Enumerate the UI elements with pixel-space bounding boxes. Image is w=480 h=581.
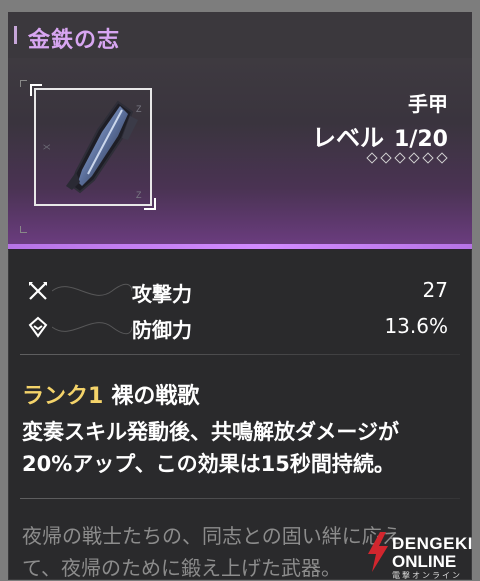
item-image-frame: X Z Z bbox=[30, 84, 156, 210]
effect-description: 変奏スキル発動後、共鳴解放ダメージが 20%アップ、この効果は15秒間持続。 bbox=[22, 416, 466, 480]
row-ornament bbox=[52, 283, 132, 296]
stat-row-defense: 防御力 13.6% bbox=[8, 310, 472, 344]
level-value: 1 bbox=[394, 127, 410, 152]
effect-name: 裸の戦歌 bbox=[111, 384, 200, 409]
watermark-bottom: ONLINE bbox=[392, 552, 457, 571]
refine-slot-diamond bbox=[422, 152, 434, 164]
effect-section: ランク1 裸の戦歌 変奏スキル発動後、共鳴解放ダメージが 20%アップ、この効果は… bbox=[22, 378, 466, 480]
level-label: レベル bbox=[312, 124, 385, 152]
refine-slot-diamond bbox=[436, 152, 448, 164]
refine-slots bbox=[366, 152, 448, 164]
effect-description-line: 変奏スキル発動後、共鳴解放ダメージが bbox=[22, 420, 399, 444]
refine-slot-diamond bbox=[394, 152, 406, 164]
svg-text:Z: Z bbox=[136, 104, 142, 114]
effect-rank-line: ランク1 裸の戦歌 bbox=[22, 378, 466, 410]
stat-label: 攻撃力 bbox=[132, 282, 192, 306]
refine-slot-diamond bbox=[366, 152, 378, 164]
divider bbox=[20, 354, 460, 355]
svg-text:X: X bbox=[42, 144, 52, 150]
refine-slot-diamond bbox=[408, 152, 420, 164]
stat-value: 27 bbox=[422, 278, 448, 302]
watermark-sub: 電撃オンライン bbox=[392, 571, 462, 580]
svg-text:Z: Z bbox=[136, 190, 142, 200]
row-ornament bbox=[52, 322, 132, 335]
item-card: 金鉄の志 X Z Z 手甲 レベル 1/20 攻撃力 27 防御力 13.6% … bbox=[8, 12, 472, 580]
corner-mark bbox=[20, 80, 27, 87]
watermark-top: DENGEKI bbox=[392, 534, 473, 553]
level-max: /20 bbox=[409, 127, 448, 152]
effect-rank: ランク1 bbox=[22, 384, 104, 409]
defense-icon bbox=[28, 316, 48, 338]
divider bbox=[20, 498, 460, 499]
title-bar: 金鉄の志 bbox=[8, 12, 472, 58]
item-title: 金鉄の志 bbox=[28, 28, 121, 53]
accent-line-shadow bbox=[8, 249, 472, 250]
effect-description-line: 20%アップ、この効果は15秒間持続。 bbox=[22, 452, 395, 476]
title-accent bbox=[14, 26, 17, 44]
lightning-logo-icon bbox=[368, 532, 388, 572]
gauntlet-icon: X Z Z bbox=[42, 100, 142, 200]
stat-value: 13.6% bbox=[384, 314, 448, 338]
corner-mark bbox=[20, 226, 27, 233]
stat-row-attack: 攻撃力 27 bbox=[8, 274, 472, 308]
item-level: レベル 1/20 bbox=[312, 118, 448, 153]
attack-icon bbox=[29, 282, 47, 300]
refine-slot-diamond bbox=[380, 152, 392, 164]
stat-label: 防御力 bbox=[132, 318, 192, 342]
watermark: DENGEKI ONLINE 電撃オンライン bbox=[360, 528, 480, 580]
item-type: 手甲 bbox=[408, 92, 448, 116]
